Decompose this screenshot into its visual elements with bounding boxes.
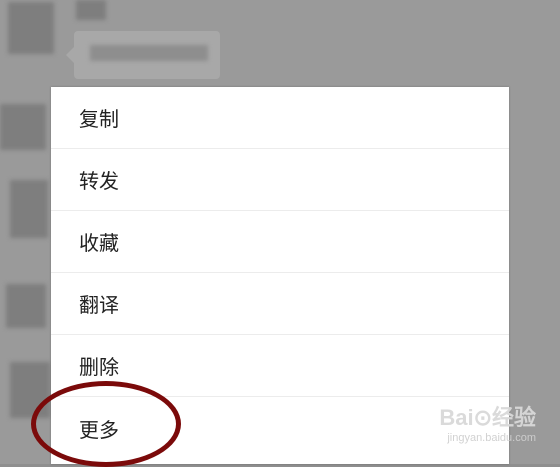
avatar bbox=[10, 180, 48, 238]
avatar bbox=[6, 284, 46, 328]
menu-item-favorite[interactable]: 收藏 bbox=[51, 211, 509, 273]
chat-bubble-text bbox=[90, 45, 208, 61]
watermark-url: jingyan.baidu.com bbox=[447, 432, 536, 444]
chat-bubble bbox=[66, 31, 220, 79]
menu-item-label: 复制 bbox=[79, 107, 119, 131]
watermark-logo: Bai⊙经验 bbox=[439, 405, 536, 430]
menu-item-label: 收藏 bbox=[79, 231, 119, 255]
menu-item-copy[interactable]: 复制 bbox=[51, 87, 509, 149]
menu-item-label: 删除 bbox=[79, 355, 119, 379]
menu-item-forward[interactable]: 转发 bbox=[51, 149, 509, 211]
menu-item-label: 翻译 bbox=[79, 293, 119, 317]
avatar bbox=[8, 2, 54, 54]
watermark: Bai⊙经验 jingyan.baidu.com bbox=[439, 400, 536, 444]
avatar bbox=[0, 104, 46, 150]
annotation-circle bbox=[31, 381, 181, 467]
menu-item-label: 转发 bbox=[79, 169, 119, 193]
menu-item-translate[interactable]: 翻译 bbox=[51, 273, 509, 335]
avatar bbox=[76, 0, 106, 20]
